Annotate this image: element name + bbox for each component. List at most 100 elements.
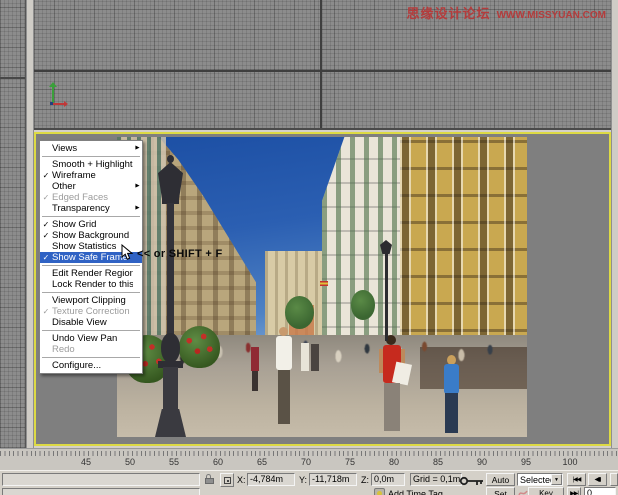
go-to-end-button[interactable]: ▶▶| [567,487,581,495]
menu-item-smooth-highlights[interactable]: Smooth + Highlights [40,159,142,170]
ruler-frame-label: 55 [168,457,180,467]
checkmark-icon: ✓ [42,231,50,240]
photo-pedestrian [311,344,319,371]
menu-separator [42,156,140,157]
menu-separator [42,357,140,358]
menu-item-configure[interactable]: Configure... [40,360,142,371]
mouse-cursor [121,243,134,261]
checkmark-icon [40,360,52,371]
menu-item-spacer [133,317,142,328]
y-coordinate-field[interactable]: -11,718m [309,473,357,486]
checkmark-icon: ✓ [42,253,50,262]
selection-lock-icon[interactable] [205,474,214,485]
menu-item-label: Viewport Clipping [52,295,126,306]
dropdown-arrow-icon[interactable]: ▼ [551,474,562,485]
status-line [2,488,200,495]
go-to-start-button[interactable]: |◀◀ [567,473,586,486]
add-time-tag[interactable]: Add Time Tag [388,489,443,495]
auto-key-button[interactable]: Auto Key [486,473,515,495]
photo-flower-basket [178,326,220,368]
menu-item-spacer [133,170,142,181]
menu-item-redo: Redo [40,344,142,355]
z-coordinate-field[interactable]: 0,0m [371,473,405,486]
key-filters-button[interactable]: Key Filters... [528,487,564,495]
menu-item-label: Undo View Pan [52,333,118,344]
watermark-url-text: WWW.MISSYUAN.COM [496,10,606,21]
photo-tree [350,290,376,320]
menu-item-views[interactable]: Views ▶ [40,143,142,154]
menu-item-label: Transparency [52,203,110,214]
checkmark-icon [40,268,52,279]
selection-set-value: Selected [520,475,556,485]
grid-axis-horizontal [34,70,611,72]
checkmark-icon: ✓ [42,193,50,202]
menu-item-label: Views [52,143,78,154]
time-tag-icon [374,488,385,495]
set-keys-key-icon[interactable] [459,473,485,490]
viewport-splitter-right[interactable] [611,0,618,448]
set-key-button[interactable]: Set Key [486,487,515,495]
3dsmax-screen: 思缘设计论坛 WWW.MISSYUAN.COM Views ▶ Smooth +… [0,0,618,495]
menu-item-spacer [133,360,142,371]
checkmark-icon [40,203,52,214]
photo-tree [285,296,314,329]
menu-item-wireframe[interactable]: ✓ Wireframe [40,170,142,181]
prompt-line [2,473,200,486]
menu-item-other[interactable]: Other ▶ [40,181,142,192]
menu-item-label: Other [52,181,76,192]
z-label: Z: [361,475,369,485]
menu-item-spacer [133,295,142,306]
photo-man-white-shirt [271,327,297,429]
y-label: Y: [299,475,308,485]
ruler-frame-label: 65 [256,457,268,467]
menu-item-label: Disable View [52,317,107,328]
menu-item-spacer [133,333,142,344]
menu-separator [42,216,140,217]
ruler-frame-label: 95 [520,457,532,467]
selection-set-dropdown[interactable]: Selected ▼ [517,473,563,486]
menu-item-show-background[interactable]: ✓ Show Background [40,230,142,241]
menu-item-spacer [133,159,142,170]
photo-flag [319,281,328,286]
checkmark-icon: ✓ [42,171,50,180]
timeline-ruler[interactable]: 45 50 55 60 65 70 75 80 85 90 95 100 [0,448,618,470]
menu-item-undo-view-pan[interactable]: Undo View Pan [40,333,142,344]
menu-item-label: Wireframe [52,170,96,181]
menu-item-lock-render-to-this-view[interactable]: Lock Render to this View [40,279,142,290]
checkmark-icon [40,181,52,192]
menu-item-spacer [133,279,142,290]
x-label: X: [237,475,246,485]
ruler-frame-label: 100 [562,457,578,467]
checkmark-icon [40,241,52,252]
menu-item-spacer [133,344,142,355]
play-button[interactable] [610,473,618,486]
menu-item-disable-view[interactable]: Disable View [40,317,142,328]
viewport-edge [34,128,611,130]
grid-axis-vertical [320,0,322,130]
menu-item-label: Texture Correction [52,306,130,317]
previous-frame-button[interactable]: ◀▮ [588,473,607,486]
checkmark-icon: ✓ [42,307,50,316]
menu-separator [42,330,140,331]
viewport-splitter-left[interactable] [26,0,34,448]
shortcut-annotation: << or SHIFT + F [137,248,223,260]
absolute-mode-button[interactable] [220,473,234,487]
menu-item-texture-correction: ✓ Texture Correction [40,306,142,317]
ruler-frame-label: 45 [80,457,92,467]
checkmark-icon: ✓ [42,220,50,229]
menu-item-viewport-clipping[interactable]: Viewport Clipping [40,295,142,306]
menu-item-transparency[interactable]: Transparency ▶ [40,203,142,214]
photo-pedestrian [301,343,309,371]
x-coordinate-field[interactable]: -4,784m [247,473,295,486]
menu-item-show-grid[interactable]: ✓ Show Grid [40,219,142,230]
menu-item-label: Show Background [52,230,130,241]
current-frame-field[interactable]: 0 [584,487,616,495]
viewport-left-strip[interactable] [0,0,26,448]
menu-item-label: Edged Faces [52,192,108,203]
ruler-frame-label: 75 [344,457,356,467]
submenu-arrow-icon: ▶ [135,183,140,189]
menu-item-edged-faces: ✓ Edged Faces [40,192,142,203]
photo-man-red-shirt [373,335,413,437]
menu-item-edit-render-region[interactable]: Edit Render Region [40,268,142,279]
menu-item-spacer [133,306,142,317]
